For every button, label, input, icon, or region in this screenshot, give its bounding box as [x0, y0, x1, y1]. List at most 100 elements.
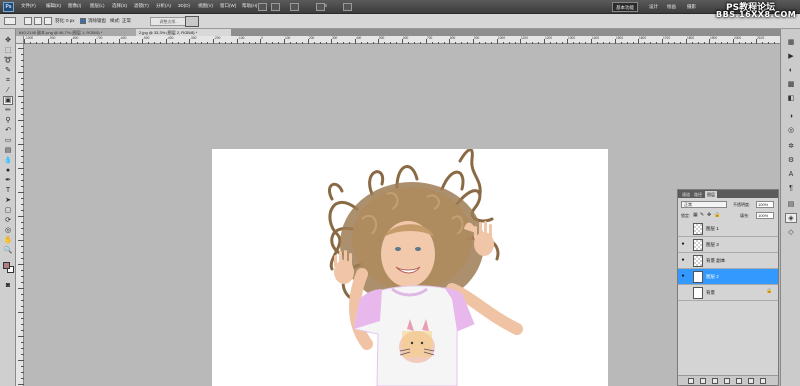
- layer-row[interactable]: 背景 🔒: [678, 285, 778, 301]
- brush-tool-icon[interactable]: ✏: [3, 106, 13, 115]
- add-mask-icon[interactable]: [712, 378, 718, 384]
- color-panel-icon[interactable]: ◐: [785, 65, 797, 75]
- clone-stamp-tool-icon[interactable]: ⚲: [3, 116, 13, 125]
- clone-source-panel-icon[interactable]: ⚙: [785, 155, 797, 165]
- tab-channels[interactable]: 通道: [680, 191, 692, 198]
- blend-mode-select[interactable]: 正常: [681, 201, 727, 208]
- channels-panel-icon[interactable]: ▤: [785, 199, 797, 209]
- shape-tool-icon[interactable]: ▢: [3, 206, 13, 215]
- launch-bridge-icon[interactable]: [258, 3, 267, 11]
- layer-style-icon[interactable]: [700, 378, 706, 384]
- actions-panel-icon[interactable]: ▶: [785, 51, 797, 61]
- arrange-documents-icon[interactable]: [316, 3, 325, 11]
- tab-document-1[interactable]: 640-2148 副本.png @ 66.7% (图层 1, RGB/8) *: [16, 29, 136, 36]
- new-group-icon[interactable]: [736, 378, 742, 384]
- menu-edit[interactable]: 编辑(E): [46, 3, 61, 9]
- 3d-rotate-tool-icon[interactable]: ⟳: [3, 216, 13, 225]
- marquee-tool-icon[interactable]: ⬚: [3, 46, 13, 55]
- styles-panel-icon[interactable]: ◧: [785, 93, 797, 103]
- workspace-photography-button[interactable]: 摄影: [684, 2, 699, 12]
- visibility-off-icon[interactable]: [680, 226, 686, 231]
- menu-select[interactable]: 选择(S): [112, 3, 127, 9]
- layer-row[interactable]: ● 图层 3: [678, 237, 778, 253]
- layer-row-selected[interactable]: ● 图层 2: [678, 269, 778, 285]
- lock-image-icon[interactable]: ✎: [700, 212, 704, 218]
- workspace-painting-button[interactable]: 绘画: [664, 2, 679, 12]
- refine-edge-button[interactable]: 调整边缘...: [150, 17, 188, 26]
- tab-document-2[interactable]: 2.jpg @ 33.3% (图层 2, RGB/8) *: [136, 29, 231, 36]
- path-select-tool-icon[interactable]: ➤: [3, 196, 13, 205]
- menu-view[interactable]: 视图(V): [198, 3, 213, 9]
- type-tool-icon[interactable]: T: [3, 186, 13, 195]
- foreground-color-swatch[interactable]: [3, 262, 10, 269]
- add-to-selection-icon[interactable]: [34, 17, 42, 25]
- quick-select-tool-icon[interactable]: ✎: [3, 66, 13, 75]
- lasso-tool-icon[interactable]: ➰: [3, 56, 13, 65]
- paragraph-panel-icon[interactable]: ¶: [785, 183, 797, 193]
- feather-value[interactable]: 0 px: [66, 18, 75, 23]
- tool-preset-picker[interactable]: [4, 17, 16, 25]
- lock-all-icon[interactable]: 🔒: [714, 212, 720, 218]
- eye-icon[interactable]: ●: [680, 258, 686, 263]
- 3d-orbit-tool-icon[interactable]: ◎: [3, 226, 13, 235]
- menu-layer[interactable]: 图层(L): [90, 3, 105, 9]
- antialias-checkbox[interactable]: [80, 18, 86, 24]
- blur-tool-icon[interactable]: 💧: [3, 156, 13, 165]
- link-layers-icon[interactable]: [688, 378, 694, 384]
- layer-row[interactable]: ● 背景 副本: [678, 253, 778, 269]
- ruler-origin[interactable]: [16, 36, 24, 44]
- ruler-number: -700: [96, 36, 103, 40]
- character-panel-icon[interactable]: A: [785, 169, 797, 179]
- workspace-design-button[interactable]: 设计: [646, 2, 661, 12]
- history-brush-tool-icon[interactable]: ↶: [3, 126, 13, 135]
- document-canvas[interactable]: [212, 149, 608, 386]
- tab-paths[interactable]: 路径: [692, 191, 704, 198]
- lock-position-icon[interactable]: ✥: [707, 212, 711, 218]
- eye-icon[interactable]: ●: [680, 274, 686, 279]
- paths-panel-icon[interactable]: ◇: [785, 227, 797, 237]
- gradient-tool-icon[interactable]: ▤: [3, 146, 13, 155]
- layers-panel-icon[interactable]: ◈: [785, 213, 797, 223]
- hand-tool-icon[interactable]: ✋: [3, 236, 13, 245]
- masks-panel-icon[interactable]: ◎: [785, 125, 797, 135]
- screen-mode-icon[interactable]: [343, 3, 352, 11]
- tab-layers[interactable]: 图层: [705, 191, 717, 198]
- menu-3d[interactable]: 3D(D): [178, 3, 190, 8]
- swatches-panel-icon[interactable]: ▩: [785, 79, 797, 89]
- selection-mode-button[interactable]: [185, 16, 199, 27]
- eye-icon[interactable]: ●: [680, 242, 686, 247]
- eyedropper-tool-icon[interactable]: ⁄: [3, 86, 13, 95]
- new-layer-icon[interactable]: [748, 378, 754, 384]
- menu-help[interactable]: 帮助(H): [242, 3, 257, 9]
- lock-transparent-icon[interactable]: ▦: [693, 212, 698, 218]
- menu-file[interactable]: 文件(F): [21, 3, 36, 9]
- new-selection-icon[interactable]: [24, 17, 32, 25]
- opacity-input[interactable]: 100%: [756, 201, 774, 208]
- workspace-essentials-button[interactable]: 基本功能: [612, 2, 638, 12]
- menu-analysis[interactable]: 分析(A): [156, 3, 171, 9]
- spot-healing-tool-icon[interactable]: ▣: [3, 96, 13, 105]
- zoom-tool-icon[interactable]: 🔍: [3, 246, 13, 255]
- adjustment-layer-icon[interactable]: [724, 378, 730, 384]
- delete-layer-icon[interactable]: [760, 378, 766, 384]
- view-extras-icon[interactable]: [271, 3, 280, 11]
- history-panel-icon[interactable]: ▦: [785, 37, 797, 47]
- adjustments-panel-icon[interactable]: ◑: [785, 111, 797, 121]
- layer-row[interactable]: 图层 1: [678, 221, 778, 237]
- pen-tool-icon[interactable]: ✒: [3, 176, 13, 185]
- style-value[interactable]: 正常: [122, 18, 131, 24]
- eraser-tool-icon[interactable]: ▭: [3, 136, 13, 145]
- move-tool-icon[interactable]: ✥: [3, 36, 13, 45]
- menu-image[interactable]: 图像(I): [68, 3, 81, 9]
- brushes-panel-icon[interactable]: ✲: [785, 141, 797, 151]
- crop-tool-icon[interactable]: ⌗: [3, 76, 13, 85]
- menu-filter[interactable]: 滤镜(T): [134, 3, 149, 9]
- quick-mask-icon[interactable]: ◙: [3, 281, 13, 290]
- dodge-tool-icon[interactable]: ●: [3, 166, 13, 175]
- visibility-off-icon[interactable]: [680, 290, 686, 295]
- subtract-selection-icon[interactable]: [44, 17, 52, 25]
- fill-input[interactable]: 100%: [756, 212, 774, 219]
- ruler-tick: [18, 216, 24, 217]
- menu-window[interactable]: 窗口(W): [220, 3, 236, 9]
- hand-tool-icon[interactable]: [290, 3, 299, 11]
